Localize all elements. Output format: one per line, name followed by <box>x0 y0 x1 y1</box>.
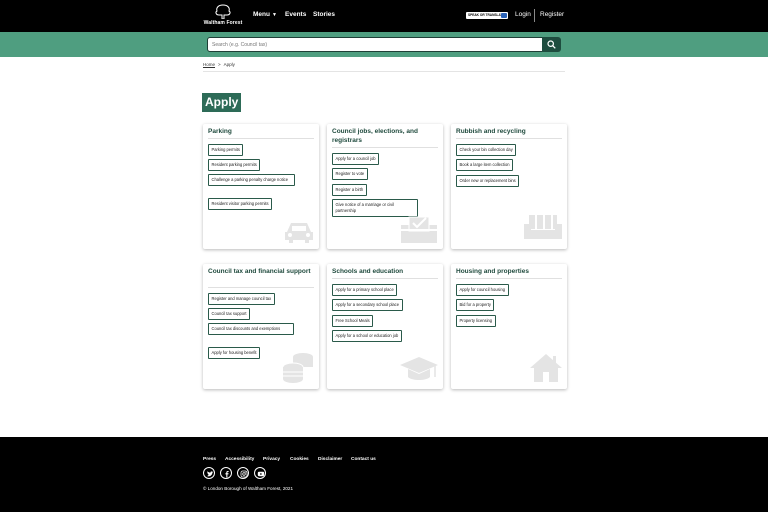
card-title: Housing and properties <box>456 268 529 275</box>
speak-translate-button[interactable]: SPEAK OR TRANSLATE <box>466 12 508 19</box>
nav-menu[interactable]: Menu ▼ <box>253 11 277 18</box>
link-council-tax-discounts[interactable]: Council tax discounts and exemptions <box>208 323 294 335</box>
page-title: Apply <box>202 93 242 112</box>
card-title: Council tax and financial support <box>208 268 311 275</box>
card-divider <box>332 278 438 279</box>
link-property-licensing[interactable]: Property licensing <box>456 315 496 327</box>
logo-text: Waltham Forest <box>203 20 243 26</box>
card-title: Council jobs, elections, and registrars <box>332 128 418 144</box>
link-manage-council-tax[interactable]: Register and manage council tax <box>208 293 275 305</box>
youtube-link[interactable] <box>254 467 266 479</box>
search-button[interactable] <box>542 37 561 52</box>
copyright-text: © London Borough of Waltham Forest, 2021 <box>203 486 294 491</box>
card-parking: Parking Parking permits Resident parking… <box>203 124 319 249</box>
footer-link-disclaimer[interactable]: Disclaimer <box>318 457 342 462</box>
chevron-down-icon: ▼ <box>271 12 277 18</box>
speaker-icon <box>501 13 507 18</box>
ballot-box-icon <box>401 216 437 243</box>
card-divider <box>456 278 562 279</box>
login-link[interactable]: Login <box>515 11 531 18</box>
link-secondary-school-place[interactable]: Apply for a secondary school place <box>332 299 403 311</box>
search-icon <box>547 40 556 49</box>
link-register-to-vote[interactable]: Register to vote <box>332 168 368 180</box>
nav-events[interactable]: Events <box>285 11 306 18</box>
breadcrumb: Home > Apply <box>203 62 235 67</box>
card-council-jobs: Council jobs, elections, and registrars … <box>327 124 443 249</box>
top-navigation-bar <box>0 0 768 32</box>
breadcrumb-separator-icon: > <box>218 62 221 67</box>
link-parking-permits[interactable]: Parking permits <box>208 144 244 156</box>
card-divider <box>456 138 562 139</box>
facebook-icon <box>225 471 229 478</box>
footer-link-cookies[interactable]: Cookies <box>290 457 309 462</box>
link-bid-property[interactable]: Bid for a property <box>456 299 495 311</box>
card-divider <box>332 147 438 148</box>
link-education-job[interactable]: Apply for a school or education job <box>332 330 402 342</box>
link-free-school-meals[interactable]: Free School Meals <box>332 315 374 327</box>
card-rubbish-recycling: Rubbish and recycling Check your bin col… <box>451 124 567 249</box>
speak-label: SPEAK OR TRANSLATE <box>468 13 505 17</box>
footer-link-press[interactable]: Press <box>203 457 216 462</box>
footer-link-accessibility[interactable]: Accessibility <box>225 457 254 462</box>
link-council-housing[interactable]: Apply for council housing <box>456 284 509 296</box>
link-resident-parking-permits[interactable]: Resident parking permits <box>208 159 261 171</box>
nav-menu-label: Menu <box>253 11 270 18</box>
facebook-link[interactable] <box>220 467 232 479</box>
link-challenge-pcn[interactable]: Challenge a parking penalty charge notic… <box>208 174 295 186</box>
footer-link-privacy[interactable]: Privacy <box>263 457 280 462</box>
link-order-bins[interactable]: Order new or replacement bins <box>456 175 520 187</box>
instagram-icon <box>240 470 248 478</box>
coins-icon <box>282 353 313 383</box>
council-logo[interactable]: Waltham Forest <box>202 4 244 28</box>
breadcrumb-home[interactable]: Home <box>203 62 215 67</box>
card-title: Schools and education <box>332 268 404 275</box>
header-divider <box>534 9 535 22</box>
footer <box>0 437 768 512</box>
sofa-icon <box>524 215 562 239</box>
link-resident-visitor-permits[interactable]: Resident visitor parking permits <box>208 198 273 210</box>
card-title: Rubbish and recycling <box>456 128 526 135</box>
car-icon <box>285 223 313 243</box>
card-divider <box>208 138 314 139</box>
search-input[interactable] <box>207 37 543 52</box>
card-housing-properties: Housing and properties Apply for council… <box>451 264 567 389</box>
card-council-tax: Council tax and financial support Regist… <box>203 264 319 389</box>
card-schools-education: Schools and education Apply for a primar… <box>327 264 443 389</box>
breadcrumb-divider <box>203 71 565 72</box>
house-icon <box>530 354 562 382</box>
twitter-icon <box>207 471 214 477</box>
link-housing-benefit[interactable]: Apply for housing benefit <box>208 347 261 359</box>
card-divider <box>208 287 314 288</box>
youtube-icon <box>257 471 265 477</box>
link-large-item-collection[interactable]: Book a large item collection <box>456 159 514 171</box>
nav-stories[interactable]: Stories <box>313 11 335 18</box>
breadcrumb-current: Apply <box>223 62 235 67</box>
tree-logo-icon <box>215 4 231 19</box>
card-title: Parking <box>208 128 232 135</box>
link-register-birth[interactable]: Register a birth <box>332 184 367 196</box>
link-check-bin-day[interactable]: Check your bin collection day <box>456 144 517 156</box>
register-link[interactable]: Register <box>540 11 564 18</box>
instagram-link[interactable] <box>237 467 249 479</box>
twitter-link[interactable] <box>203 467 215 479</box>
link-council-tax-support[interactable]: Council tax support <box>208 308 251 320</box>
footer-link-contact[interactable]: Contact us <box>351 457 376 462</box>
link-primary-school-place[interactable]: Apply for a primary school place <box>332 284 398 296</box>
graduation-cap-icon <box>400 357 438 380</box>
link-apply-council-job[interactable]: Apply for a council job <box>332 153 380 165</box>
